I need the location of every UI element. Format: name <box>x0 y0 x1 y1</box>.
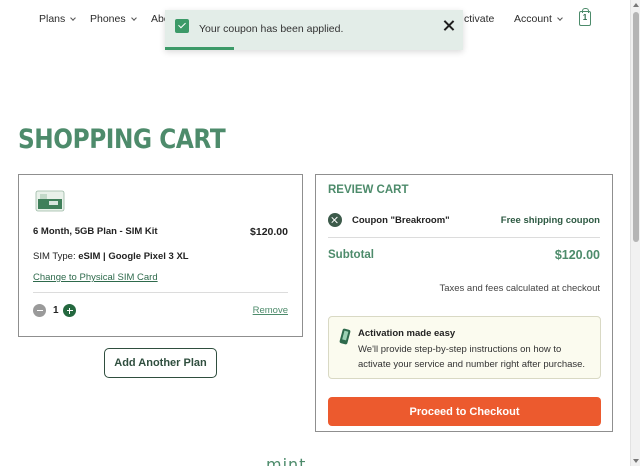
review-cart-panel: REVIEW CART Coupon "Breakroom" Free ship… <box>315 174 613 432</box>
activation-title: Activation made easy <box>358 328 456 339</box>
page-scrollbar[interactable] <box>630 0 640 466</box>
tax-note: Taxes and fees calculated at checkout <box>439 283 600 294</box>
close-icon[interactable] <box>442 19 456 33</box>
quantity-value: 1 <box>53 305 59 316</box>
item-name: 6 Month, 5GB Plan - SIM Kit <box>33 226 158 237</box>
nav-item-activate[interactable]: ctivate <box>464 13 494 25</box>
add-another-plan-button[interactable]: Add Another Plan <box>104 348 217 378</box>
divider <box>33 292 288 293</box>
remove-coupon-icon[interactable] <box>328 213 342 227</box>
coupon-applied-toast: Your coupon has been applied. <box>165 10 463 50</box>
remove-link[interactable]: Remove <box>253 305 288 316</box>
toast-progress-bar <box>165 47 234 50</box>
cart-count: 1 <box>582 13 588 22</box>
cart-icon[interactable]: 1 <box>579 8 591 26</box>
scroll-up-icon[interactable] <box>633 3 639 7</box>
sim-type-value: eSIM | Google Pixel 3 XL <box>78 251 189 262</box>
cart-item-card: 6 Month, 5GB Plan - SIM Kit $120.00 SIM … <box>18 174 303 337</box>
scroll-thumb[interactable] <box>633 12 639 242</box>
phone-icon <box>339 328 351 345</box>
divider <box>328 237 600 238</box>
activation-info-box: Activation made easy We'll provide step-… <box>328 316 601 379</box>
check-icon <box>175 19 189 33</box>
footer-logo: mint <box>266 455 307 466</box>
subtotal-label: Subtotal <box>328 249 374 261</box>
item-price: $120.00 <box>250 226 288 238</box>
review-cart-title: REVIEW CART <box>328 184 409 196</box>
chevron-down-icon <box>70 14 77 21</box>
scroll-down-icon[interactable] <box>633 459 639 463</box>
sim-type-label: SIM Type: <box>33 251 79 262</box>
proceed-to-checkout-button[interactable]: Proceed to Checkout <box>328 397 601 426</box>
change-sim-link[interactable]: Change to Physical SIM Card <box>33 272 158 283</box>
sim-kit-thumbnail <box>35 190 65 212</box>
minus-icon[interactable] <box>33 304 46 317</box>
sim-type: SIM Type: eSIM | Google Pixel 3 XL <box>33 251 189 262</box>
toast-message: Your coupon has been applied. <box>199 23 344 35</box>
nav-item-phones[interactable]: Phones <box>90 13 137 25</box>
nav-item-label: ctivate <box>464 13 495 25</box>
nav-item-label: Plans <box>39 13 66 25</box>
coupon-name: Coupon "Breakroom" <box>352 215 450 226</box>
nav-item-account[interactable]: Account <box>514 13 563 25</box>
nav-item-plans[interactable]: Plans <box>39 13 77 25</box>
chevron-down-icon <box>557 14 563 21</box>
chevron-down-icon <box>130 14 137 21</box>
nav-item-label: Phones <box>90 13 126 25</box>
nav-item-label: Account <box>514 13 552 25</box>
subtotal-value: $120.00 <box>554 248 600 262</box>
activation-text: We'll provide step-by-step instructions … <box>358 344 586 370</box>
plus-icon[interactable] <box>63 304 76 317</box>
coupon-description: Free shipping coupon <box>500 215 600 226</box>
page-title: SHOPPING CART <box>18 124 226 155</box>
